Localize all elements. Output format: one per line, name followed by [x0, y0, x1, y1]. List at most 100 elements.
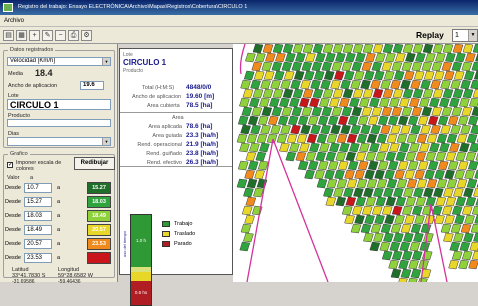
range-row-value[interactable]: 20.57 [24, 239, 52, 249]
range-row-value[interactable]: 18.49 [24, 225, 52, 235]
map-cell [407, 115, 419, 126]
range-row-color[interactable]: 23.53 [87, 238, 111, 250]
map-cell [375, 52, 386, 63]
map-cell [399, 97, 410, 108]
redibujar-button[interactable]: Redibujar [74, 157, 115, 170]
map-cell [435, 151, 447, 162]
map-cell [325, 196, 337, 207]
map-cell [313, 70, 325, 81]
map-cell [408, 277, 418, 282]
range-row-a: a [57, 227, 61, 233]
map-cell [311, 106, 323, 117]
map-cell [345, 151, 357, 162]
map-cell [314, 169, 325, 180]
map-cell [352, 88, 364, 99]
map-cell [376, 178, 388, 189]
map-cell [360, 124, 371, 135]
map-cell [331, 61, 343, 72]
map-cell [471, 250, 478, 261]
map-cell [469, 97, 478, 108]
map-cell [384, 214, 395, 225]
coverage-map-canvas[interactable] [233, 44, 478, 282]
time-bar: 1.0 h 0.6 hs [130, 214, 152, 306]
producto-field[interactable] [7, 119, 111, 127]
range-row-color[interactable]: 15.27 [87, 182, 111, 194]
range-row-color[interactable] [87, 252, 111, 264]
map-cell [253, 187, 264, 198]
map-cell [443, 232, 454, 243]
map-cell [445, 52, 456, 63]
coverage-map[interactable] [233, 44, 478, 282]
lote-field[interactable]: CIRCULO 1 [7, 99, 111, 110]
save-icon[interactable]: ▦ [16, 30, 27, 41]
map-cell [460, 79, 471, 90]
map-cell [305, 151, 317, 162]
range-row-color[interactable]: 18.03 [87, 196, 111, 208]
map-cell [471, 205, 478, 216]
range-row-label: Desde [5, 255, 21, 261]
map-cell [312, 44, 324, 54]
map-cell [369, 241, 381, 252]
map-cell [279, 97, 290, 108]
map-cell [397, 115, 409, 126]
ancho-field[interactable]: 19.6 [80, 81, 104, 90]
media-label: Media [8, 71, 23, 77]
imponer-checkbox[interactable]: ✓ [7, 162, 13, 168]
map-cell [280, 124, 291, 135]
map-cell [458, 259, 469, 270]
map-cell [305, 52, 316, 63]
map-cell [410, 124, 421, 135]
map-cell [446, 133, 458, 144]
map-cell [259, 142, 270, 153]
latitude-decimal: -31.69586 [12, 279, 35, 285]
stat-value: 21.9 [ha/h] [186, 141, 219, 148]
map-cell [307, 115, 319, 126]
menu-archivo[interactable]: Archivo [4, 18, 24, 24]
map-cell [342, 88, 354, 99]
range-row-color[interactable]: 20.57 [87, 224, 111, 236]
map-cell [418, 277, 428, 282]
zoom-in-icon[interactable]: + [29, 30, 40, 41]
map-cell [432, 44, 444, 54]
settings-icon[interactable]: ⚙ [81, 30, 92, 41]
range-row-value[interactable]: 23.53 [24, 253, 52, 263]
map-cell [391, 106, 403, 117]
map-cell [383, 70, 395, 81]
pencil-icon[interactable]: ✎ [42, 30, 53, 41]
map-cell [352, 44, 364, 54]
map-cell [296, 133, 308, 144]
map-cell [411, 61, 423, 72]
replay-select[interactable]: 1 ▼ [452, 29, 478, 42]
map-cell [386, 133, 398, 144]
map-cell [405, 151, 417, 162]
map-cell [244, 214, 255, 225]
map-cell [369, 142, 380, 153]
map-cell [436, 133, 448, 144]
map-cell [452, 44, 464, 54]
map-cell [440, 223, 452, 234]
dias-select[interactable]: ▼ [7, 137, 111, 146]
map-cell [373, 187, 384, 198]
map-cell [463, 187, 474, 198]
range-row-color[interactable]: 18.49 [87, 210, 111, 222]
map-cell [341, 205, 353, 216]
open-icon[interactable]: ▤ [3, 30, 14, 41]
map-cell [362, 44, 374, 54]
map-cell [319, 97, 330, 108]
map-cell [353, 70, 365, 81]
print-icon[interactable]: ⎙ [68, 30, 79, 41]
range-row-value[interactable]: 18.03 [24, 211, 52, 221]
map-cell [451, 250, 463, 261]
time-bar-segment [131, 271, 151, 281]
map-cell [381, 61, 393, 72]
range-row-value[interactable]: 10.7 [24, 183, 52, 193]
map-cell [407, 160, 419, 171]
map-cell [390, 79, 401, 90]
info-panel: Lote CIRCULO 1 Producto Total (H:M:S) 48… [119, 48, 233, 306]
variable-select[interactable]: Velocidad [Km/h] ▼ [7, 57, 111, 66]
range-row-value[interactable]: 15.27 [24, 197, 52, 207]
map-cell [355, 52, 366, 63]
map-cell [335, 52, 346, 63]
map-cell [385, 196, 397, 207]
zoom-out-icon[interactable]: − [55, 30, 66, 41]
